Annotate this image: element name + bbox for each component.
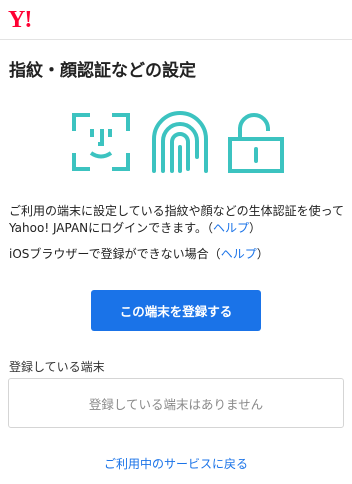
yahoo-logo[interactable]: Y! xyxy=(8,6,32,34)
face-scan-icon xyxy=(72,113,130,171)
help-link[interactable]: ヘルプ xyxy=(213,221,249,235)
fingerprint-icon xyxy=(152,111,208,173)
padlock-icon xyxy=(228,113,284,173)
biometric-icons xyxy=(70,111,290,175)
ios-help-link[interactable]: ヘルプ xyxy=(221,247,257,261)
ios-note-text: iOSブラウザーで登録ができない場合（ヘルプ） xyxy=(9,247,269,261)
description-text: ご利用の端末に設定している指紋や顔などの生体認証を使ってYahoo! JAPAN… xyxy=(9,204,345,235)
register-device-button[interactable]: この端末を登録する xyxy=(91,290,261,331)
registered-devices-box: 登録している端末はありません xyxy=(8,378,344,428)
registered-devices-label: 登録している端末 xyxy=(9,360,105,374)
empty-devices-message: 登録している端末はありません xyxy=(88,396,264,412)
page-title: 指紋・顔認証などの設定 xyxy=(9,61,196,81)
header: Y! xyxy=(0,0,352,40)
back-to-services-link[interactable]: ご利用中のサービスに戻る xyxy=(0,456,352,472)
